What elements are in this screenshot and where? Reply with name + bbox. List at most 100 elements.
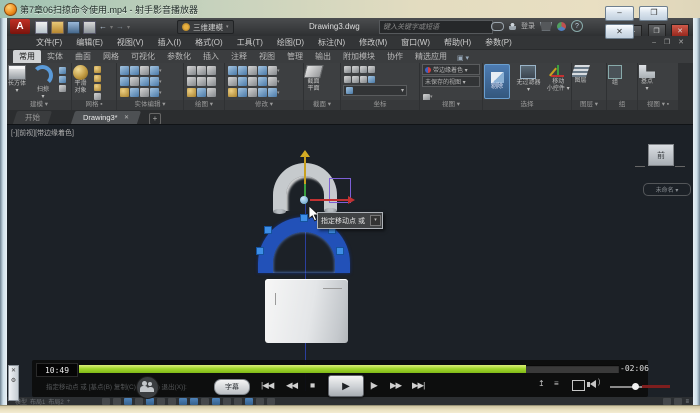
box-button[interactable]: 长方体 ▾ <box>8 65 26 94</box>
redo-icon[interactable]: → <box>116 23 124 31</box>
panel-label-groups[interactable]: 组 <box>607 100 637 110</box>
sweep-button[interactable]: 扫掠 ▾ <box>32 65 53 100</box>
ortho-toggle[interactable] <box>146 398 154 405</box>
tab-start[interactable]: 开始 <box>13 111 52 124</box>
stop-button[interactable]: ■ <box>310 380 314 390</box>
search-binoculars-icon[interactable] <box>491 22 504 31</box>
ribbon-icon[interactable] <box>207 77 216 86</box>
move-gizmo-button[interactable]: 移动 小控件 ▾ <box>547 65 570 92</box>
ribbon-icon[interactable] <box>94 84 101 91</box>
rewind-button[interactable]: ◀◀ <box>286 380 297 391</box>
ribbon-icon[interactable] <box>120 66 129 75</box>
status-toggle[interactable] <box>201 398 209 405</box>
status-toggle[interactable] <box>113 398 121 405</box>
tab-view[interactable]: 视图 <box>253 50 281 63</box>
layout-tab-1[interactable]: 布局1 <box>30 397 45 405</box>
grid-toggle[interactable] <box>124 398 132 405</box>
ribbon-icon[interactable] <box>120 88 129 97</box>
gizmo-x-arrowhead[interactable] <box>348 196 355 204</box>
panel-label-section[interactable]: 截面 ▾ <box>304 100 340 110</box>
viewcube-ucs-label[interactable]: 未命名 ▾ <box>643 183 691 196</box>
status-toggle[interactable] <box>663 398 671 405</box>
undo-icon[interactable]: ← <box>99 23 107 31</box>
osnap-toggle[interactable] <box>179 398 187 405</box>
community-icon[interactable] <box>136 376 159 399</box>
smooth-object-button[interactable]: 平滑 对象 <box>73 65 88 94</box>
rotate-icon[interactable] <box>238 66 247 75</box>
snapshot-icon[interactable] <box>572 380 585 391</box>
minimize-button[interactable]: – <box>605 6 634 21</box>
ucs-icon[interactable] <box>360 66 367 73</box>
viewport-label[interactable]: [-][前视][带边缘着色] <box>11 128 74 138</box>
open-file-icon[interactable]: ↥ <box>538 379 545 388</box>
status-toggle[interactable] <box>102 398 110 405</box>
ribbon-icon[interactable] <box>207 88 216 97</box>
ribbon-icon[interactable] <box>94 93 101 100</box>
next-button[interactable]: ▶▶| <box>412 380 424 391</box>
tab-home[interactable]: 常用 <box>13 50 41 63</box>
ribbon-icon[interactable] <box>248 77 257 86</box>
ribbon-icon[interactable] <box>130 66 139 75</box>
ribbon-icon[interactable] <box>130 77 139 86</box>
undo-dropdown[interactable]: ▾ <box>110 24 113 31</box>
tab-insert[interactable]: 插入 <box>197 50 225 63</box>
panel-label-view2[interactable]: 视图 ▾ ▪ <box>638 100 678 110</box>
ribbon-icon[interactable] <box>268 66 277 75</box>
ribbon-icon[interactable] <box>59 85 66 92</box>
ucs-icon[interactable] <box>368 66 375 73</box>
tab-parametric[interactable]: 参数化 <box>161 50 197 63</box>
ribbon-icon[interactable] <box>197 88 206 97</box>
previous-button[interactable]: |◀◀ <box>261 380 273 391</box>
menu-insert[interactable]: 插入(I) <box>151 37 189 48</box>
frame-step-button[interactable]: |▶ <box>370 380 377 391</box>
group-button[interactable]: 组 <box>608 65 622 87</box>
help-icon[interactable]: ? <box>571 20 583 32</box>
ucs-icon[interactable] <box>352 76 359 83</box>
exchange-icon[interactable] <box>557 22 566 31</box>
tab-output[interactable]: 输出 <box>309 50 337 63</box>
ribbon-options-icon[interactable]: ▣ ▾ <box>453 53 473 63</box>
grip-point[interactable] <box>256 247 264 255</box>
ribbon-icon[interactable] <box>228 88 237 97</box>
close-icon[interactable]: ✕ <box>11 368 16 374</box>
open-file-icon[interactable] <box>51 21 64 34</box>
menu-express[interactable]: 参数(P) <box>478 37 519 48</box>
close-button[interactable]: ✕ <box>605 24 634 39</box>
tab-close-icon[interactable]: ✕ <box>124 114 129 121</box>
line-icon[interactable] <box>187 66 196 75</box>
menu-format[interactable]: 格式(O) <box>188 37 230 48</box>
ucs-combo[interactable]: ▾ <box>343 85 407 96</box>
menu-window[interactable]: 窗口(W) <box>394 37 437 48</box>
status-toggle[interactable] <box>234 398 242 405</box>
status-toggle[interactable] <box>157 398 165 405</box>
status-toggle[interactable] <box>168 398 176 405</box>
menu-tools[interactable]: 工具(T) <box>230 37 270 48</box>
ribbon-icon[interactable] <box>140 88 149 97</box>
playlist-icon[interactable]: ≡ <box>554 379 559 388</box>
status-toggle[interactable] <box>212 398 220 405</box>
ribbon-icon[interactable] <box>94 75 101 82</box>
panel-label-mesh[interactable]: 网格 ▪ <box>72 100 116 110</box>
visual-style-combo[interactable]: 带边缘着色 ▾ <box>422 64 480 75</box>
new-file-icon[interactable] <box>35 21 48 34</box>
user-icon[interactable] <box>509 23 516 30</box>
panel-label-coordinates[interactable]: 坐标 <box>341 100 419 110</box>
panel-label-solid-editing[interactable]: 实体编辑 ▾ <box>117 100 183 110</box>
ribbon-icon[interactable] <box>268 77 277 86</box>
ucs-icon[interactable] <box>352 66 359 73</box>
menu-edit[interactable]: 编辑(E) <box>69 37 110 48</box>
redo-dropdown[interactable]: ▾ <box>127 24 130 31</box>
save-icon[interactable] <box>67 21 80 34</box>
document-window-buttons[interactable]: ‒ ❐ ✕ <box>652 38 687 46</box>
ribbon-icon[interactable] <box>120 77 129 86</box>
gizmo-center-handle[interactable] <box>300 196 308 204</box>
cart-icon[interactable] <box>540 22 552 31</box>
move-icon[interactable] <box>228 66 237 75</box>
ribbon-icon[interactable] <box>150 88 159 97</box>
culling-button[interactable]: 剔除 <box>484 64 510 99</box>
ucs-icon[interactable] <box>344 76 351 83</box>
layout-tab-2[interactable]: 布局2 <box>48 397 63 405</box>
ribbon-icon[interactable] <box>248 88 257 97</box>
ribbon-icon[interactable] <box>150 77 159 86</box>
status-toggle[interactable] <box>135 398 143 405</box>
